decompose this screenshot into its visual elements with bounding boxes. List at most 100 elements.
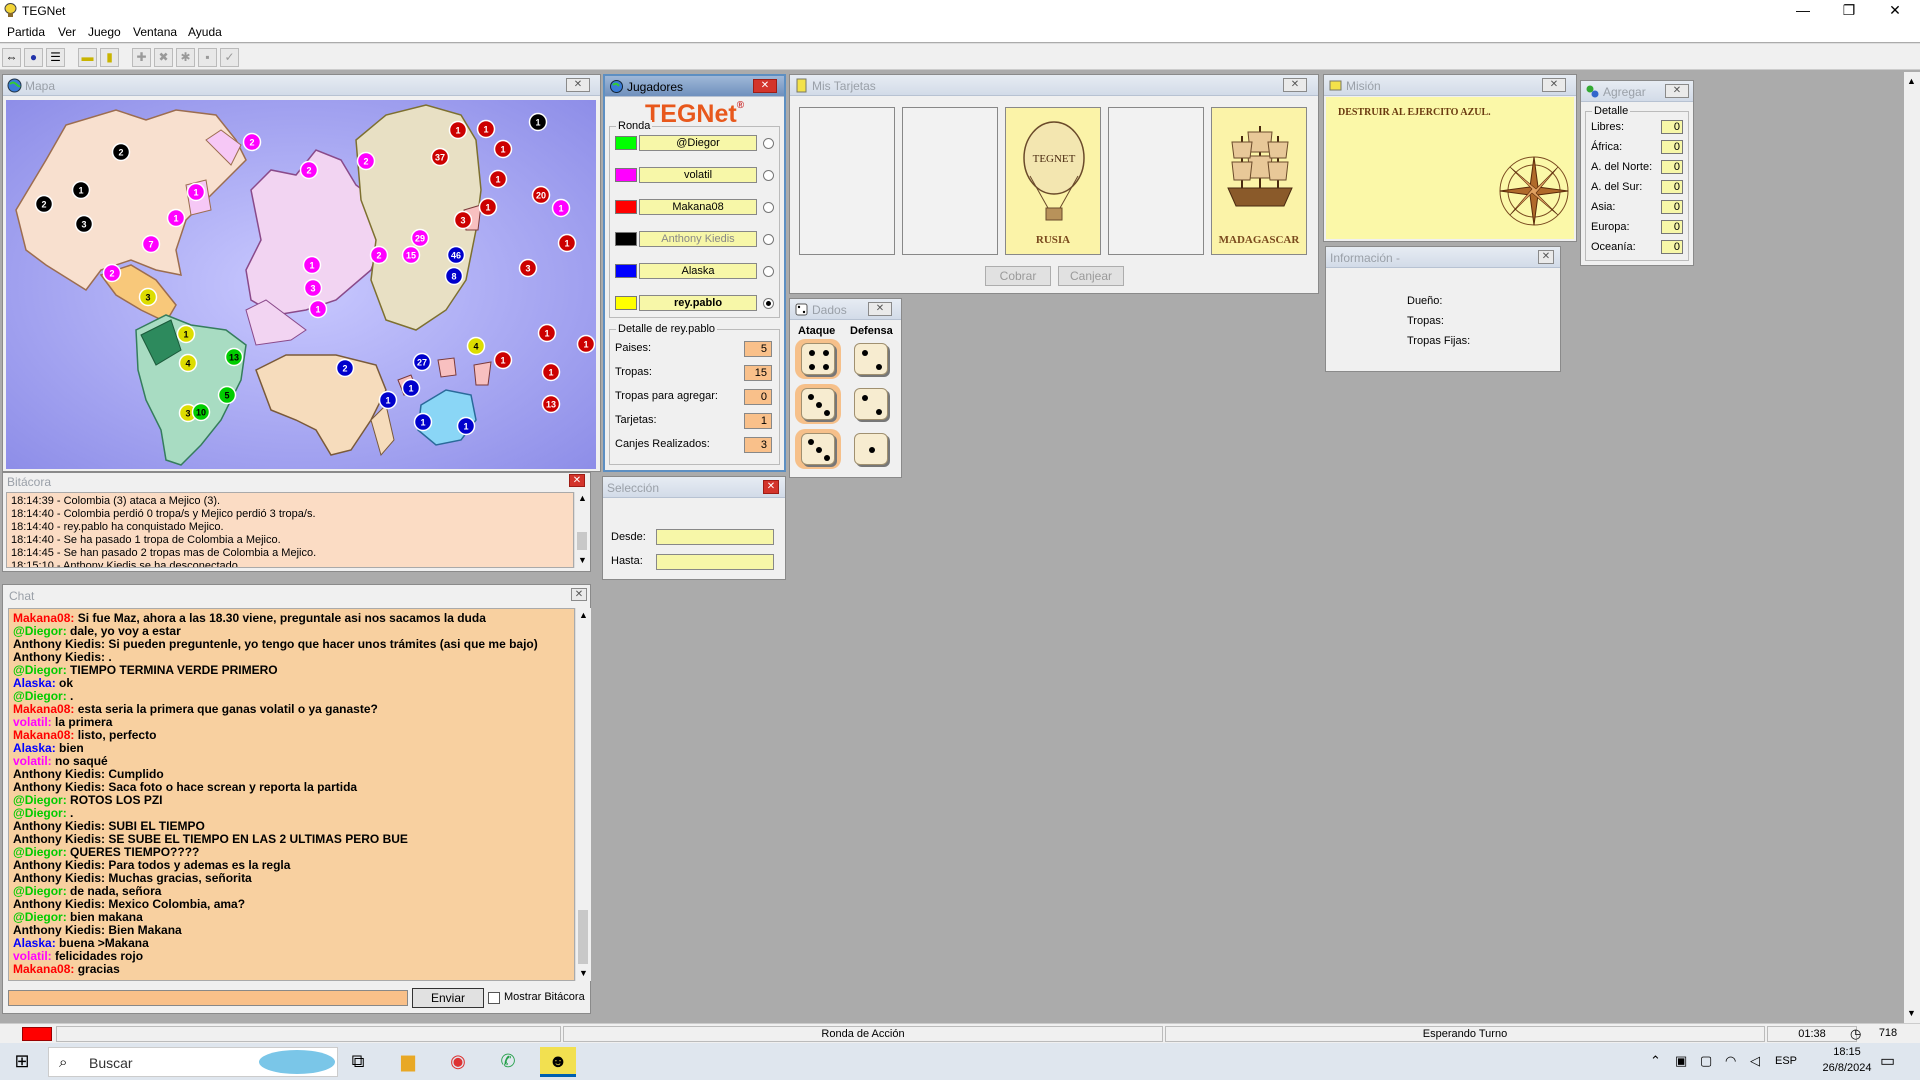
from-field[interactable] [656,529,774,545]
log-text-area[interactable]: 18:14:39 - Colombia (3) ataca a Mejico (… [6,492,574,568]
army-count: 1 [485,203,490,213]
language-indicator[interactable]: ESP [1775,1055,1797,1067]
whatsapp-icon[interactable]: ✆ [490,1047,526,1077]
scroll-up-icon[interactable]: ▲ [578,493,587,503]
player-row[interactable]: Anthony Kiedis [615,230,775,248]
card-balloon-label: TEGNET [1033,153,1076,165]
file-explorer-icon[interactable]: ▆ [390,1047,426,1077]
chat-messages[interactable]: Makana08: Si fue Maz, ahora a las 18.30 … [8,608,575,981]
player-row[interactable]: Alaska [615,262,775,280]
player-turn-radio[interactable] [763,298,774,309]
players-title: Jugadores [627,80,684,94]
player-row[interactable]: @Diegor [615,134,775,152]
world-map[interactable]: 2123211723143413510221312 152911 137112031… [6,100,596,469]
scroll-down-icon[interactable]: ▼ [1907,1008,1916,1018]
send-button[interactable]: Enviar [412,988,484,1008]
chevron-up-icon[interactable]: ⌃ [1650,1053,1661,1069]
player-row[interactable]: rey.pablo [615,294,775,312]
menu-ventana[interactable]: Ventana [133,25,177,39]
info-close-button[interactable]: ✕ [1538,250,1554,264]
compass-rose-icon [1499,156,1569,226]
scroll-up-icon[interactable]: ▲ [1907,76,1916,86]
chat-close-button[interactable]: ✕ [571,588,587,601]
chat-author: @Diegor: [13,845,67,859]
cards-close-button[interactable]: ✕ [1283,78,1307,92]
log-scrollbar[interactable]: ▲ ▼ [574,492,590,568]
player-turn-radio[interactable] [763,234,774,245]
chat-scrollbar[interactable]: ▲ ▼ [575,608,591,981]
mission-close-button[interactable]: ✕ [1542,78,1566,92]
device-icon[interactable]: ▣ [1675,1053,1687,1069]
card-rusia[interactable]: TEGNET RUSIA [1005,107,1101,255]
card-swap-icon[interactable]: ▪ [198,48,217,67]
player-turn-radio[interactable] [763,266,774,277]
maximize-button[interactable]: ❐ [1826,0,1872,22]
volume-icon[interactable]: ◁ [1750,1053,1760,1069]
monitor-icon[interactable]: ▢ [1700,1053,1712,1069]
card-icon[interactable]: ▮ [100,48,119,67]
taskbar-search[interactable]: ⌕ Buscar [48,1047,338,1077]
menu-ver[interactable]: Ver [58,25,76,39]
tegnet-taskbar-icon[interactable]: ☻ [540,1047,576,1077]
windows-start-icon[interactable]: ⊞ [4,1047,40,1077]
taskbar-time[interactable]: 18:15 [1822,1046,1872,1058]
show-log-checkbox[interactable] [488,992,500,1004]
chat-input[interactable] [8,990,408,1006]
chat-author: Makana08: [13,611,75,625]
map-window: Mapa ✕ 2 1 2 3 2 1 1 7 2 3 1 4 3 4 13 5 10 2 2 1 3 1 2 15 29 1 1 1 3… [2,74,601,472]
dice-close-button[interactable]: ✕ [868,302,892,316]
add-close-button[interactable]: ✕ [1665,84,1689,98]
task-view-icon[interactable]: ⧉ [340,1047,376,1077]
map-close-button[interactable]: ✕ [566,78,590,92]
army-count: 8 [451,272,456,282]
player-row[interactable]: volatil [615,166,775,184]
chrome-icon[interactable]: ◉ [440,1047,476,1077]
regroup-icon[interactable]: ✱ [176,48,195,67]
menu-partida[interactable]: Partida [7,25,45,39]
player-turn-radio[interactable] [763,202,774,213]
army-count: 2 [342,364,347,374]
app-icon [4,3,17,17]
scroll-up-icon[interactable]: ▲ [579,610,588,620]
connect-icon[interactable]: ⇔ [2,48,21,67]
log-close-button[interactable]: ✕ [569,474,585,487]
chat-author: Alaska: [13,936,56,950]
card-madagascar[interactable]: MADAGASCAR [1211,107,1307,255]
taskbar-date[interactable]: 26/8/2024 [1812,1062,1882,1074]
menu-ayuda[interactable]: Ayuda [188,25,222,39]
list-icon[interactable]: ☰ [46,48,65,67]
player-turn-radio[interactable] [763,138,774,149]
chat-scroll-thumb[interactable] [578,910,588,964]
menu-juego[interactable]: Juego [88,25,121,39]
card-slot-2[interactable] [902,107,998,255]
selection-close-button[interactable]: ✕ [763,480,779,494]
cards-titlebar: Mis Tarjetas ✕ [790,75,1318,96]
player-turn-radio[interactable] [763,170,774,181]
to-field[interactable] [656,554,774,570]
player-row[interactable]: Makana08 [615,198,775,216]
minimize-button[interactable]: — [1780,0,1826,22]
scroll-down-icon[interactable]: ▼ [578,555,587,565]
card-slot-4[interactable] [1108,107,1204,255]
add-troops-icon[interactable]: ✚ [132,48,151,67]
map-icon[interactable]: ▬ [78,48,97,67]
notifications-icon[interactable]: ▭ [1880,1051,1895,1071]
add-icon [1586,85,1599,98]
close-button[interactable]: ✕ [1872,0,1918,22]
players-close-button[interactable]: ✕ [753,79,777,93]
defense-die [848,384,894,424]
army-count: 1 [193,188,198,198]
card-slot-1[interactable] [799,107,895,255]
attack-icon[interactable]: ✖ [154,48,173,67]
die-pip [823,364,829,370]
log-scroll-thumb[interactable] [577,532,587,550]
globe-icon[interactable]: ● [24,48,43,67]
workspace-scrollbar[interactable]: ▲ ▼ [1904,72,1920,1023]
wifi-icon[interactable]: ◠ [1725,1053,1736,1069]
confirm-icon[interactable]: ✓ [220,48,239,67]
army-count: 29 [415,234,425,244]
canjear-button[interactable]: Canjear [1058,266,1124,286]
scroll-down-icon[interactable]: ▼ [579,968,588,978]
attack-die [795,429,841,469]
cobrar-button[interactable]: Cobrar [985,266,1051,286]
